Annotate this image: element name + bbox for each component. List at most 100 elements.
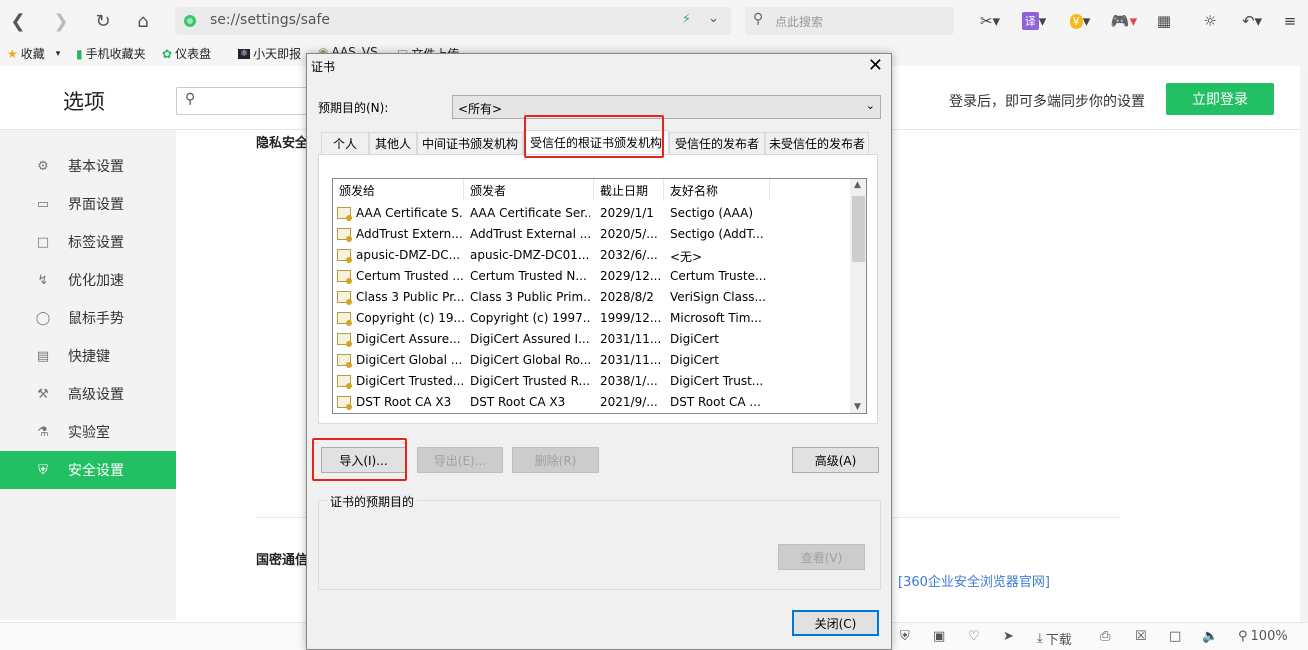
brightness-icon[interactable]: ☼ bbox=[1198, 10, 1222, 32]
official-site-link[interactable]: [360企业安全浏览器官网] bbox=[898, 571, 1050, 590]
page-scrollbar[interactable] bbox=[1300, 66, 1308, 622]
close-icon[interactable]: ✕ bbox=[868, 55, 883, 76]
table-cell: AddTrust External ... bbox=[470, 227, 590, 241]
list-scrollbar[interactable]: ▲ ▼ bbox=[850, 179, 866, 413]
sidebar-item-speed[interactable]: ↯ 优化加速 bbox=[0, 261, 176, 299]
bookmark-news[interactable]: ⚛ 小天即报 bbox=[238, 45, 301, 62]
settings-sidebar: ⚙ 基本设置 ▭ 界面设置 □ 标签设置 ↯ 优化加速 ◯ 鼠标手势 ▤ 快捷键 ⚒ 高级设置… bbox=[0, 130, 176, 620]
certificate-icon bbox=[337, 375, 352, 389]
scroll-thumb[interactable] bbox=[852, 196, 865, 262]
shield-icon: ⛨ bbox=[38, 462, 48, 478]
export-button[interactable]: 导出(E)... bbox=[417, 447, 503, 473]
refresh-icon[interactable]: ↻ bbox=[89, 7, 117, 35]
rocket-icon[interactable]: ➤ bbox=[1003, 629, 1014, 644]
download-button[interactable]: ⤓ 下载 bbox=[1037, 629, 1072, 648]
shield-icon[interactable]: ⛨ bbox=[900, 629, 910, 644]
shopping-icon[interactable]: ¥ ▾ bbox=[1064, 10, 1096, 32]
search-icon: ⚲ bbox=[185, 91, 196, 107]
url-text[interactable]: se://settings/safe bbox=[210, 12, 330, 28]
window-icon[interactable]: □ bbox=[1169, 629, 1181, 644]
scroll-up-icon[interactable]: ▲ bbox=[854, 180, 861, 190]
certificate-icon bbox=[337, 291, 352, 305]
leaf-icon: ✿ bbox=[162, 46, 173, 61]
bolt-icon[interactable]: ⚡ bbox=[682, 12, 691, 27]
window-icon: ▭ bbox=[36, 196, 50, 212]
chevron-down-icon[interactable]: ⌄ bbox=[708, 11, 719, 26]
table-cell: DigiCert bbox=[670, 332, 719, 346]
table-row[interactable]: apusic-DMZ-DC... apusic-DMZ-DC01... 2032/6… bbox=[333, 245, 850, 266]
column-friendly-name[interactable]: 友好名称 bbox=[664, 179, 770, 201]
bookmark-favorites[interactable]: ★ 收藏 ▾ bbox=[7, 45, 60, 62]
tab-intermediate-ca[interactable]: 中间证书颁发机构 bbox=[417, 132, 523, 154]
certificate-icon bbox=[337, 333, 352, 347]
highlight-trusted-root-tab bbox=[524, 115, 664, 158]
settings-icon: ⚙ bbox=[37, 158, 49, 174]
apps-grid-icon[interactable]: ▦ bbox=[1152, 10, 1176, 32]
column-expiry[interactable]: 截止日期 bbox=[594, 179, 664, 201]
translate-icon[interactable]: 译 ▾ bbox=[1018, 10, 1050, 32]
remove-button[interactable]: 删除(R) bbox=[512, 447, 599, 473]
sidebar-item-advanced[interactable]: ⚒ 高级设置 bbox=[0, 375, 176, 413]
address-bar[interactable]: se://settings/safe ⚡ ⌄ bbox=[175, 7, 731, 35]
column-issued-by[interactable]: 颁发者 bbox=[464, 179, 594, 201]
close-button[interactable]: 关闭(C) bbox=[792, 610, 879, 636]
table-row[interactable]: Copyright (c) 19... Copyright (c) 1997...… bbox=[333, 308, 850, 329]
clean-icon[interactable]: ☒ bbox=[1135, 629, 1147, 644]
login-button[interactable]: 立即登录 bbox=[1166, 83, 1274, 115]
heart-icon[interactable]: ♡ bbox=[968, 629, 980, 644]
print-icon[interactable]: ⎙ bbox=[1100, 629, 1110, 644]
zoom-icon: ⚲ bbox=[1238, 629, 1248, 644]
scissors-icon[interactable]: ✂▾ bbox=[975, 10, 1005, 32]
table-row[interactable]: DST Root CA X3 DST Root CA X3 2021/9/... DS… bbox=[333, 392, 850, 413]
sidebar-item-security[interactable]: ⛨ 安全设置 bbox=[0, 451, 176, 489]
table-cell: Sectigo (AAA) bbox=[670, 206, 754, 220]
sidebar-item-tabs[interactable]: □ 标签设置 bbox=[0, 223, 176, 261]
table-row[interactable]: Class 3 Public Pr... Class 3 Public Prim.… bbox=[333, 287, 850, 308]
zoom-control[interactable]: ⚲ 100% bbox=[1238, 629, 1288, 644]
tab-icon: □ bbox=[36, 234, 50, 250]
mouse-icon: ◯ bbox=[35, 310, 51, 326]
star-icon: ★ bbox=[7, 46, 18, 61]
tab-trusted-publishers[interactable]: 受信任的发布者 bbox=[669, 132, 765, 154]
table-row[interactable]: DigiCert Assure... DigiCert Assured I... 2… bbox=[333, 329, 850, 350]
search-box[interactable]: ⚲ 点此搜索 bbox=[745, 7, 954, 35]
table-row[interactable]: AAA Certificate S... AAA Certificate Ser.… bbox=[333, 203, 850, 224]
column-issued-to[interactable]: 颁发给 bbox=[333, 179, 464, 201]
sidebar-item-gestures[interactable]: ◯ 鼠标手势 bbox=[0, 299, 176, 337]
table-row[interactable]: DigiCert Trusted... DigiCert Trusted R...… bbox=[333, 371, 850, 392]
table-row[interactable]: DigiCert Global ... DigiCert Global Ro...… bbox=[333, 350, 850, 371]
bookmark-dashboard[interactable]: ✿ 仪表盘 bbox=[162, 45, 211, 62]
volume-icon[interactable]: 🔈 bbox=[1202, 629, 1218, 644]
bookmark-mobile[interactable]: ▮ 手机收藏夹 bbox=[76, 45, 146, 62]
view-button[interactable]: 查看(V) bbox=[778, 544, 865, 570]
section-privacy-title: 隐私安全 bbox=[256, 136, 309, 151]
table-cell: Class 3 Public Pr... bbox=[356, 290, 464, 304]
tab-untrusted-publishers[interactable]: 未受信任的发布者 bbox=[765, 132, 869, 154]
table-cell: DigiCert Trust... bbox=[670, 374, 764, 388]
sidebar-item-lab[interactable]: ⚗ 实验室 bbox=[0, 413, 176, 451]
table-row[interactable]: AddTrust Extern... AddTrust External ... 2… bbox=[333, 224, 850, 245]
dialog-title: 证书 bbox=[311, 60, 336, 74]
purpose-select[interactable]: <所有> ⌄ bbox=[452, 95, 881, 119]
tab-others[interactable]: 其他人 bbox=[369, 132, 417, 154]
react-icon: ⚛ bbox=[238, 48, 251, 59]
advanced-button[interactable]: 高级(A) bbox=[792, 447, 879, 473]
sidebar-item-basic[interactable]: ⚙ 基本设置 bbox=[0, 147, 176, 185]
forward-icon[interactable]: ❯ bbox=[47, 7, 75, 35]
image-icon[interactable]: ▣ bbox=[933, 629, 945, 644]
menu-icon[interactable]: ≡ bbox=[1280, 10, 1300, 32]
tab-personal[interactable]: 个人 bbox=[321, 132, 369, 154]
table-cell: 2020/5/... bbox=[600, 227, 658, 241]
undo-icon[interactable]: ↶▾ bbox=[1236, 10, 1268, 32]
table-row[interactable]: Certum Trusted ... Certum Trusted N... 202… bbox=[333, 266, 850, 287]
home-icon[interactable]: ⌂ bbox=[129, 7, 157, 35]
game-icon[interactable]: 🎮▾ bbox=[1108, 10, 1140, 32]
certificate-list[interactable]: 颁发给 颁发者 截止日期 友好名称 AAA Certificate S... AA… bbox=[332, 178, 867, 414]
certificate-icon bbox=[337, 354, 352, 368]
back-icon[interactable]: ❮ bbox=[4, 7, 32, 35]
sidebar-item-ui[interactable]: ▭ 界面设置 bbox=[0, 185, 176, 223]
sidebar-item-shortcuts[interactable]: ▤ 快捷键 bbox=[0, 337, 176, 375]
table-cell: apusic-DMZ-DC... bbox=[356, 248, 461, 262]
scroll-down-icon[interactable]: ▼ bbox=[854, 402, 861, 412]
certificate-icon bbox=[337, 207, 352, 221]
